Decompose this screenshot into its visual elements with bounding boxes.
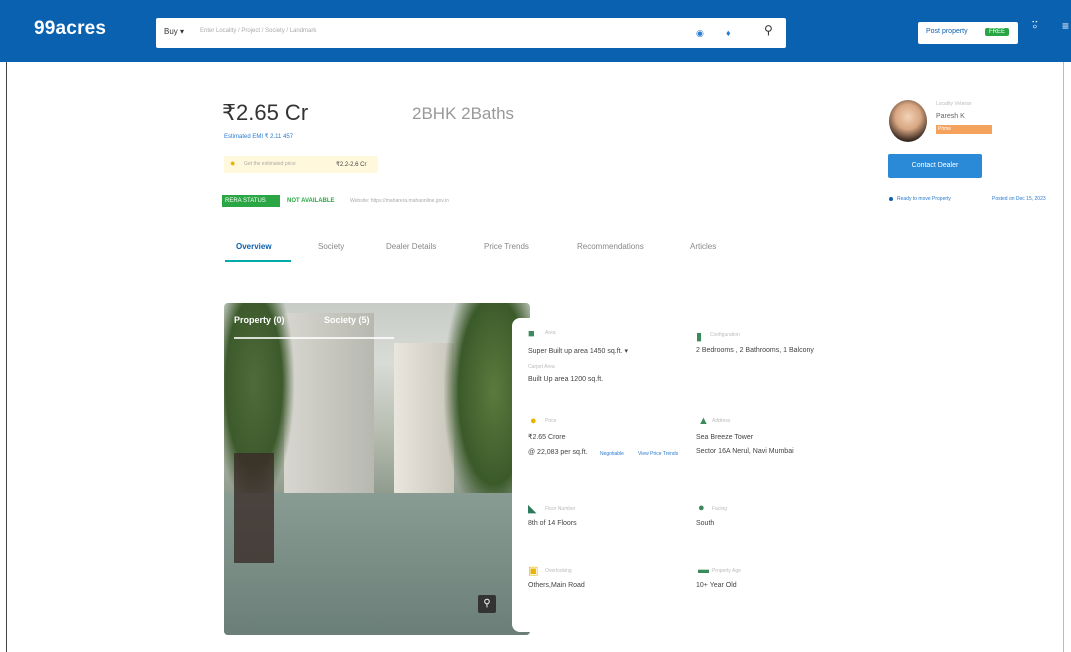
rera-status-badge: RERA STATUS xyxy=(222,195,280,207)
search-input[interactable]: Enter Locality / Project / Society / Lan… xyxy=(200,28,316,34)
agent-type: Locality Veteran xyxy=(936,101,972,107)
gallery-tab-property[interactable]: Property (0) xyxy=(234,315,285,325)
overlooking-value: Others,Main Road xyxy=(528,582,585,589)
price-per-sqft: @ 22,083 per sq.ft. xyxy=(528,449,588,456)
post-property-button[interactable]: Post property FREE xyxy=(918,22,1018,44)
estimate-value: ₹2.2-2.6 Cr xyxy=(336,162,367,168)
super-area-value[interactable]: Super Built up area 1450 sq.ft. ▾ xyxy=(528,347,628,355)
property-gallery[interactable]: Property (0) Society (5) xyxy=(224,303,530,635)
ready-dot-icon xyxy=(889,197,893,201)
gallery-tab-underline xyxy=(234,337,394,339)
price-estimate-box[interactable]: ● Get the estimated price ₹2.2-2.6 Cr xyxy=(224,156,378,173)
free-badge: FREE xyxy=(985,28,1010,36)
overlooking-label: Overlooking xyxy=(545,568,572,574)
bulb-icon: ● xyxy=(230,158,236,168)
ready-to-move-label: Ready to move Property xyxy=(897,196,951,202)
facing-value: South xyxy=(696,520,715,527)
tab-price-trends[interactable]: Price Trends xyxy=(484,242,529,251)
contact-dealer-button[interactable]: Contact Dealer xyxy=(888,154,982,178)
tab-dealer-details[interactable]: Dealer Details xyxy=(386,242,436,251)
emi-link[interactable]: Estimated EMI ₹ 2.11 457 xyxy=(224,133,293,140)
tab-overview[interactable]: Overview xyxy=(236,242,272,251)
tab-recommendations[interactable]: Recommendations xyxy=(577,242,644,251)
photo-gate xyxy=(234,453,274,563)
floor-value: 8th of 14 Floors xyxy=(528,520,577,527)
address-line2: Sector 16A Nerul, Navi Mumbai xyxy=(696,448,794,455)
age-value: 10+ Year Old xyxy=(696,582,737,589)
configuration-label: Configuration xyxy=(710,332,740,338)
zoom-icon[interactable]: ⚲ xyxy=(478,595,496,613)
address-line1: Sea Breeze Tower xyxy=(696,434,754,441)
rera-note[interactable]: Website: https://maharera.mahaonline.gov… xyxy=(350,198,449,204)
frame-border-left xyxy=(6,62,7,652)
price-label: Price xyxy=(545,418,557,424)
built-area-value: Built Up area 1200 sq.ft. xyxy=(528,376,604,383)
rera-not-available: NOT AVAILABLE xyxy=(287,198,335,204)
age-label: Property Age xyxy=(712,568,741,574)
address-label: Address xyxy=(712,418,731,424)
floor-icon: ◣ xyxy=(528,503,537,515)
posted-date: Posted on Dec 15, 2023 xyxy=(992,196,1046,202)
user-icon[interactable]: ⍤ xyxy=(1030,17,1040,35)
top-navbar: 99acres Buy ▾ Enter Locality / Project /… xyxy=(0,0,1071,62)
floor-label: Floor Number xyxy=(545,506,576,512)
search-icon[interactable]: ⚲ xyxy=(764,23,773,37)
search-bar[interactable]: Buy ▾ Enter Locality / Project / Society… xyxy=(156,18,786,48)
carpet-area-label: Carpet Area xyxy=(528,364,555,370)
compass-icon: ● xyxy=(698,502,705,514)
listing-price: ₹2.65 Cr xyxy=(222,100,309,125)
agent-badge: Prime xyxy=(936,125,992,134)
post-property-label: Post property xyxy=(926,28,968,35)
price-tag-icon: ● xyxy=(530,415,537,427)
area-label: Area xyxy=(545,330,556,336)
gallery-tab-society[interactable]: Society (5) xyxy=(324,315,370,325)
menu-icon[interactable]: ≡ xyxy=(1062,19,1069,33)
agent-name[interactable]: Paresh K xyxy=(936,113,965,120)
configuration-icon: ▮ xyxy=(696,331,703,343)
view-price-trends-link[interactable]: View Price Trends xyxy=(638,451,678,457)
active-tab-indicator xyxy=(225,260,291,262)
facing-label: Facing xyxy=(712,506,728,512)
mic-icon[interactable]: ♦ xyxy=(726,28,731,38)
configuration-value: 2 Bedrooms , 2 Bathrooms, 1 Balcony xyxy=(696,347,814,354)
estimate-label: Get the estimated price xyxy=(244,161,296,167)
building-icon: ▲ xyxy=(698,415,709,427)
age-icon: ▬ xyxy=(698,564,709,576)
location-icon[interactable]: ◉ xyxy=(696,28,704,39)
overlooking-icon: ▣ xyxy=(528,565,539,577)
tab-articles[interactable]: Articles xyxy=(690,242,716,251)
logo[interactable]: 99acres xyxy=(34,18,106,40)
listing-config: 2BHK 2Baths xyxy=(412,104,515,123)
buy-dropdown[interactable]: Buy ▾ xyxy=(164,27,184,36)
frame-border-right xyxy=(1063,62,1064,652)
price-negotiable: Negotiable xyxy=(600,451,624,457)
price-value: ₹2.65 Crore xyxy=(528,434,566,441)
area-icon: ■ xyxy=(528,328,535,340)
avatar xyxy=(889,100,927,142)
tab-society[interactable]: Society xyxy=(318,242,344,251)
